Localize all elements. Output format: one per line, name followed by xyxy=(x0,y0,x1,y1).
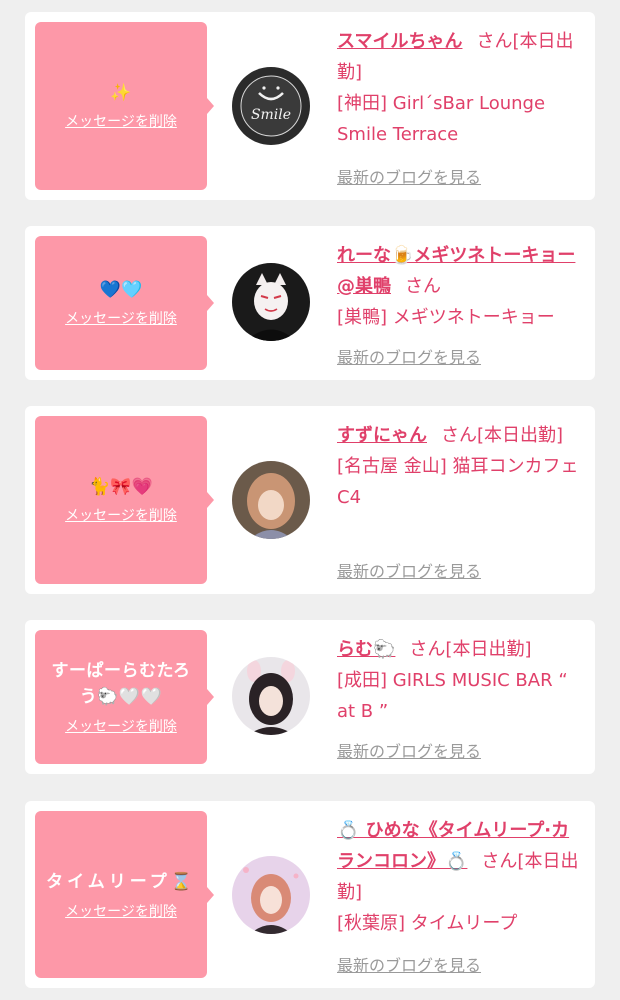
message-box: すーぱーらむたろう🐑🤍🤍 メッセージを削除 xyxy=(35,630,214,764)
message-text: ✨ xyxy=(110,83,132,103)
avatar[interactable] xyxy=(232,461,310,539)
delete-message-link[interactable]: メッセージを削除 xyxy=(65,505,177,525)
blog-link[interactable]: 最新のブログを見る xyxy=(337,344,481,368)
cast-info: スマイルちゃん さん[本日出勤] [神田] Girl´sBar Lounge Sm… xyxy=(337,26,585,150)
shop-label: [巣鴨] メギツネトーキョー xyxy=(337,307,555,328)
shop-label: [神田] Girl´sBar Lounge Smile Terrace xyxy=(337,93,546,145)
cast-name-link[interactable]: らむ🐑 xyxy=(337,639,395,660)
avatar-logo: Smile xyxy=(251,107,291,123)
avatar[interactable] xyxy=(232,657,310,735)
honorific: さん xyxy=(481,851,518,872)
delete-message-link[interactable]: メッセージを削除 xyxy=(65,308,177,328)
honorific: さん xyxy=(409,639,446,660)
avatar[interactable] xyxy=(232,856,310,934)
message-text: 💙🩵 xyxy=(99,280,143,300)
delete-message-link[interactable]: メッセージを削除 xyxy=(65,111,177,131)
cast-card: ✨ メッセージを削除 Smile スマイルちゃん さん[本日出勤] [神田] Gi… xyxy=(25,12,595,200)
avatar[interactable]: Smile xyxy=(232,67,310,145)
cast-info: れーな🍺メギツネトーキョー@巣鴨 さん [巣鴨] メギツネトーキョー xyxy=(337,240,585,333)
shop-label: [秋葉原] タイムリープ xyxy=(337,913,518,934)
cast-card: タイムリープ⌛ メッセージを削除 💍 ひめな《タイムリープ·カランコロン》💍 さん… xyxy=(25,801,595,988)
delete-message-link[interactable]: メッセージを削除 xyxy=(65,901,177,921)
message-box: タイムリープ⌛ メッセージを削除 xyxy=(35,811,214,978)
cast-card: 🐈🎀💗 メッセージを削除 すずにゃん さん[本日出勤] [名古屋 金山] 猫耳コン… xyxy=(25,406,595,594)
status-label: [本日出勤] xyxy=(477,425,564,446)
message-text: タイムリープ⌛ xyxy=(46,871,196,892)
cast-name-link[interactable]: れーな🍺メギツネトーキョー@巣鴨 xyxy=(337,245,575,297)
blog-link[interactable]: 最新のブログを見る xyxy=(337,558,481,582)
shop-label: [成田] GIRLS MUSIC BAR “ at B ” xyxy=(337,670,568,722)
honorific: さん xyxy=(476,31,513,52)
cast-info: らむ🐑 さん[本日出勤] [成田] GIRLS MUSIC BAR “ at B … xyxy=(337,634,585,727)
cast-name-link[interactable]: スマイルちゃん xyxy=(337,31,462,52)
shop-label: [名古屋 金山] 猫耳コンカフェ C4 xyxy=(337,456,579,508)
message-box: ✨ メッセージを削除 xyxy=(35,22,214,190)
avatar[interactable] xyxy=(232,263,310,341)
message-text: すーぱーらむたろう🐑🤍🤍 xyxy=(51,661,191,707)
cast-card: 💙🩵 メッセージを削除 れーな🍺メギツネトーキョー@巣鴨 さん [巣鴨] メギツネ… xyxy=(25,226,595,380)
cast-name-link[interactable]: すずにゃん xyxy=(337,425,427,446)
message-text: 🐈🎀💗 xyxy=(89,477,153,497)
honorific: さん xyxy=(441,425,477,446)
honorific: さん xyxy=(405,276,441,297)
cast-info: 💍 ひめな《タイムリープ·カランコロン》💍 さん[本日出勤] [秋葉原] タイムリ… xyxy=(337,815,585,939)
delete-message-link[interactable]: メッセージを削除 xyxy=(65,716,177,736)
message-box: 💙🩵 メッセージを削除 xyxy=(35,236,214,370)
status-label: [本日出勤] xyxy=(445,639,532,660)
cast-info: すずにゃん さん[本日出勤] [名古屋 金山] 猫耳コンカフェ C4 xyxy=(337,420,585,513)
cast-card: すーぱーらむたろう🐑🤍🤍 メッセージを削除 らむ🐑 さん[本日出勤] [成田] G… xyxy=(25,620,595,774)
blog-link[interactable]: 最新のブログを見る xyxy=(337,164,481,188)
message-box: 🐈🎀💗 メッセージを削除 xyxy=(35,416,214,584)
blog-link[interactable]: 最新のブログを見る xyxy=(337,738,481,762)
blog-link[interactable]: 最新のブログを見る xyxy=(337,952,481,976)
